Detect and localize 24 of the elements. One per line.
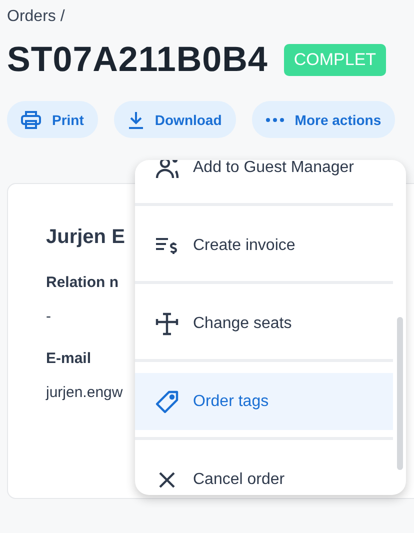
- status-badge: COMPLET: [284, 44, 386, 76]
- tag-icon: [155, 390, 179, 414]
- more-icon: [266, 118, 284, 122]
- field-label: Relation n: [46, 274, 119, 291]
- menu-item[interactable]: Order tags: [135, 373, 393, 430]
- move-icon: [155, 312, 179, 336]
- field-value: jurjen.engw: [46, 384, 123, 401]
- more-button[interactable]: More actions: [252, 101, 396, 138]
- invoice-icon: [155, 236, 179, 256]
- printer-icon: [21, 110, 41, 128]
- field-value: -: [46, 308, 51, 325]
- breadcrumb[interactable]: Orders /: [7, 8, 65, 26]
- print-button[interactable]: Print: [7, 101, 98, 138]
- menu-item[interactable]: Create invoice: [135, 217, 393, 274]
- field-label: E-mail: [46, 350, 92, 367]
- people-icon: [155, 160, 179, 178]
- order-number: ST07A211B0B4: [7, 40, 268, 80]
- download-icon: [128, 110, 144, 128]
- menu-item[interactable]: Cancel order: [135, 451, 393, 495]
- download-button[interactable]: Download: [114, 101, 236, 138]
- scrollbar[interactable]: [397, 317, 403, 470]
- menu-item[interactable]: Change seats: [135, 295, 393, 352]
- menu-item[interactable]: Add to Guest Manager: [135, 160, 393, 196]
- customer-name: Jurjen E: [46, 226, 125, 249]
